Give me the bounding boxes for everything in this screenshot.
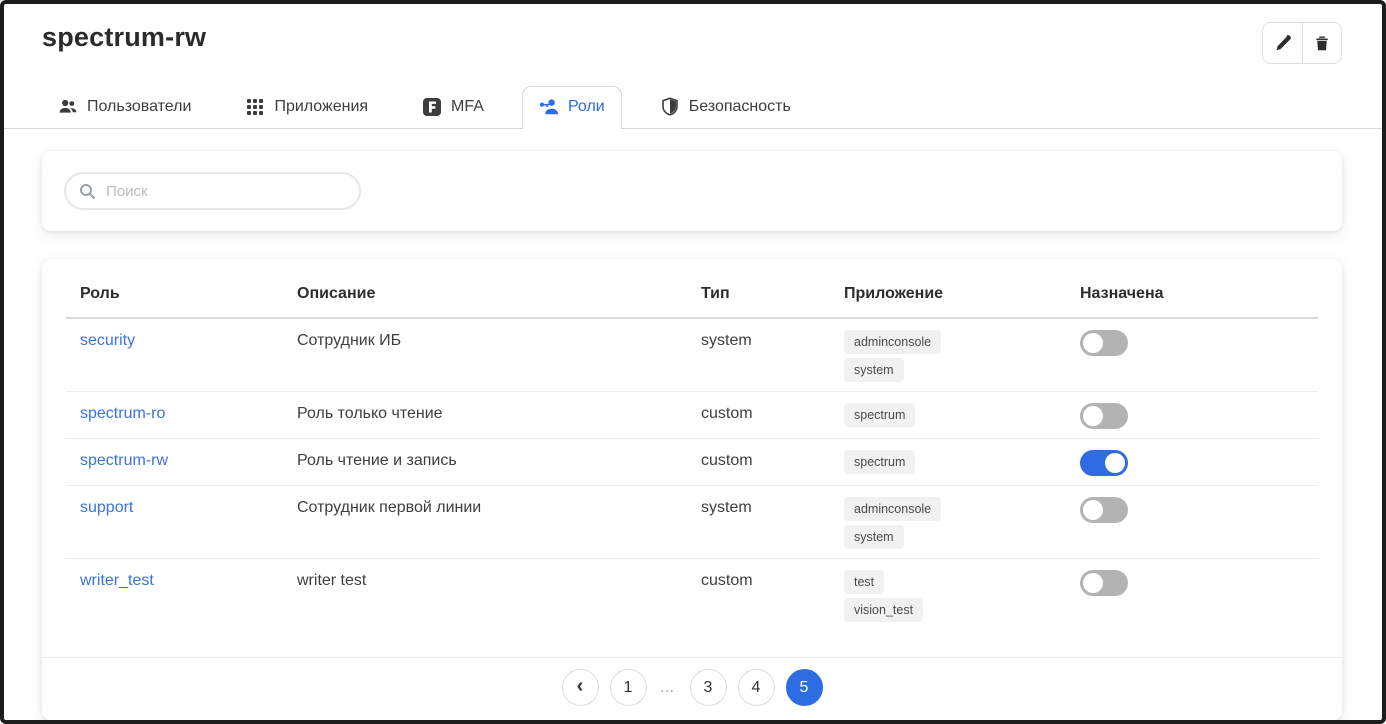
table-row: spectrum-rw Роль чтение и запись custom … [66,439,1318,486]
role-link[interactable]: security [80,332,135,349]
role-type: custom [687,559,830,659]
table-row: support Сотрудник первой линии system ad… [66,486,1318,559]
tab-applications[interactable]: Приложения [229,87,384,128]
table-row: spectrum-ro Роль только чтение custom sp… [66,392,1318,439]
assigned-toggle[interactable] [1080,330,1128,356]
apps-grid-icon [245,97,265,117]
search-input[interactable] [106,183,351,200]
tab-label: MFA [451,98,484,116]
page-button-5[interactable]: 5 [786,669,823,706]
assigned-toggle[interactable] [1080,403,1128,429]
page-button-1[interactable]: 1 [610,669,647,706]
app-badge: test [844,570,884,594]
app-badge: system [844,358,904,382]
table-body: security Сотрудник ИБ system adminconsol… [66,318,1318,658]
shield-icon [660,97,680,117]
role-link[interactable]: writer_test [80,572,154,589]
role-link[interactable]: spectrum-rw [80,452,168,469]
search-card [42,151,1342,231]
tab-mfa[interactable]: MFA [406,87,500,128]
role-type: system [687,486,830,559]
search-icon [79,183,96,200]
entity-actions [1262,22,1342,64]
page-button-3[interactable]: 3 [690,669,727,706]
role-apps: spectrum [844,403,1066,427]
role-apps: adminconsole system [844,497,1066,549]
tab-roles[interactable]: Роли [522,86,622,129]
role-apps: adminconsole system [844,330,1066,382]
search-box [64,172,361,210]
tab-label: Безопасность [689,98,791,116]
pagination-prev-button[interactable]: ‹ [562,669,599,706]
table-header-row: РольОписаниеТипПриложениеНазначена [66,269,1318,318]
tab-users[interactable]: Пользователи [42,87,207,128]
role-description: Сотрудник первой линии [283,486,687,559]
page-title: spectrum-rw [42,22,206,53]
app-badge: adminconsole [844,330,941,354]
roles-table-card: РольОписаниеТипПриложениеНазначена secur… [42,259,1342,720]
role-apps: test vision_test [844,570,1066,622]
app-badge: spectrum [844,450,915,474]
role-type: custom [687,439,830,486]
tab-security[interactable]: Безопасность [644,87,807,128]
mfa-icon [422,97,442,117]
role-type: system [687,318,830,392]
tab-label: Приложения [274,98,368,116]
role-description: Сотрудник ИБ [283,318,687,392]
role-description: writer test [283,559,687,659]
column-header: Тип [687,269,830,318]
roles-table: РольОписаниеТипПриложениеНазначена secur… [66,269,1318,658]
table-row: security Сотрудник ИБ system adminconsol… [66,318,1318,392]
role-description: Роль только чтение [283,392,687,439]
assigned-toggle[interactable] [1080,450,1128,476]
trash-icon [1313,34,1331,52]
app-badge: adminconsole [844,497,941,521]
pencil-icon [1274,34,1292,52]
role-description: Роль чтение и запись [283,439,687,486]
pagination-ellipsis: … [658,679,679,696]
edit-button[interactable] [1263,23,1302,63]
users-icon [58,97,78,117]
column-header: Назначена [1066,269,1318,318]
app-badge: system [844,525,904,549]
pagination: ‹ 1 … 345 [42,657,1342,720]
assigned-toggle[interactable] [1080,570,1128,596]
app-badge: vision_test [844,598,923,622]
page-header: spectrum-rw [4,4,1382,64]
roles-key-user-icon [539,97,559,117]
role-link[interactable]: spectrum-ro [80,405,165,422]
role-link[interactable]: support [80,499,133,516]
table-row: writer_test writer test custom test visio… [66,559,1318,659]
role-apps: spectrum [844,450,1066,474]
assigned-toggle[interactable] [1080,497,1128,523]
tab-label: Пользователи [87,98,191,116]
column-header: Приложение [830,269,1066,318]
role-type: custom [687,392,830,439]
tab-bar: Пользователи Приложения MFA Роли Безопас… [4,86,1382,129]
page-button-4[interactable]: 4 [738,669,775,706]
tab-label: Роли [568,98,605,116]
column-header: Роль [66,269,283,318]
delete-button[interactable] [1302,23,1341,63]
window: spectrum-rw Пользователи [0,0,1386,724]
app-badge: spectrum [844,403,915,427]
column-header: Описание [283,269,687,318]
